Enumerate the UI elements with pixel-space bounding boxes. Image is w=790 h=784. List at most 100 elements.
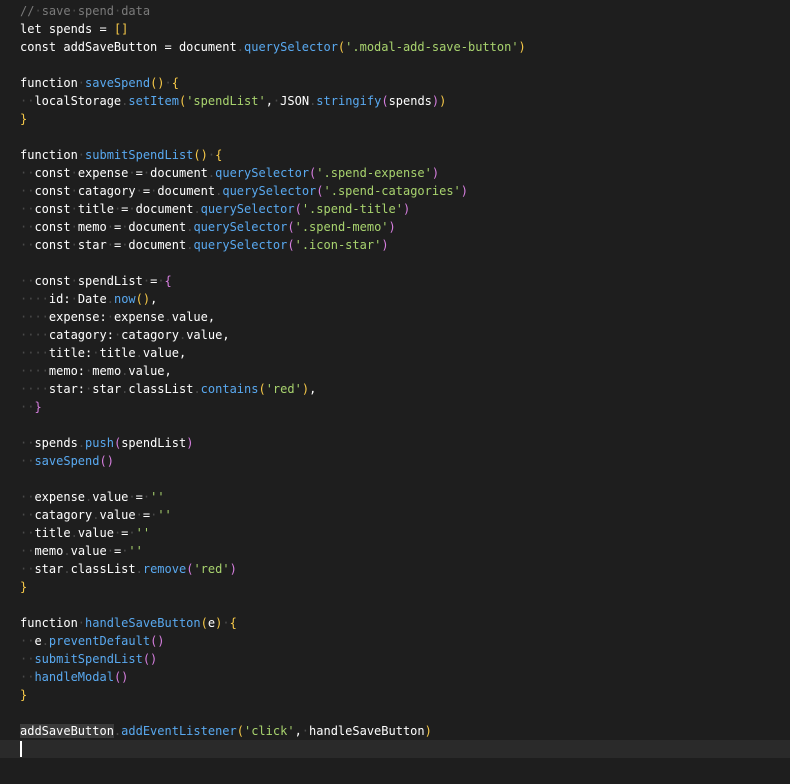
code-line[interactable]: } xyxy=(0,578,790,596)
code-token: addSaveButton xyxy=(20,724,114,738)
text-cursor xyxy=(20,741,22,757)
code-token: spends = xyxy=(41,22,114,36)
code-token: saveSpend xyxy=(85,76,151,90)
code-line[interactable]: ··expense.value·=·'' xyxy=(0,488,790,506)
code-token: spends xyxy=(388,94,432,108)
whitespace-marker: · xyxy=(106,544,114,558)
code-line[interactable]: ··} xyxy=(0,398,790,416)
code-token: const xyxy=(34,274,71,288)
code-token: , xyxy=(222,328,230,342)
code-token: ( xyxy=(287,220,295,234)
code-line[interactable]: ··const·catagory·=·document.querySelecto… xyxy=(0,182,790,200)
whitespace-marker: ·· xyxy=(20,184,35,198)
code-line[interactable]: ··const·title·=·document.querySelector('… xyxy=(0,200,790,218)
code-token: spendList xyxy=(77,274,143,288)
code-token: 'click' xyxy=(243,724,295,738)
code-token: { xyxy=(164,274,172,288)
code-token: () xyxy=(113,670,129,684)
code-line[interactable] xyxy=(0,254,790,272)
whitespace-marker: · xyxy=(106,238,114,252)
whitespace-marker: · xyxy=(128,202,136,216)
whitespace-marker: · xyxy=(128,166,136,180)
code-line[interactable]: ····id:·Date.now(), xyxy=(0,290,790,308)
whitespace-marker: . xyxy=(41,634,49,648)
whitespace-marker: . xyxy=(236,40,244,54)
code-token: () xyxy=(135,292,151,306)
code-token: const xyxy=(34,238,71,252)
code-line[interactable] xyxy=(0,128,790,146)
code-line[interactable] xyxy=(0,596,790,614)
whitespace-marker: ·· xyxy=(20,526,35,540)
code-token: title: xyxy=(48,346,93,360)
code-line[interactable]: addSaveButton.addEventListener('click',·… xyxy=(0,722,790,740)
code-line[interactable]: } xyxy=(0,110,790,128)
code-token: push xyxy=(85,436,114,450)
code-line[interactable] xyxy=(0,416,790,434)
code-token: document xyxy=(157,184,216,198)
code-line[interactable]: ··const·memo·=·document.querySelector('.… xyxy=(0,218,790,236)
whitespace-marker: · xyxy=(70,184,78,198)
whitespace-marker: · xyxy=(77,148,86,162)
code-line[interactable]: const addSaveButton = document.querySele… xyxy=(0,38,790,56)
code-line[interactable]: ··title.value·=·'' xyxy=(0,524,790,542)
code-token: spends xyxy=(34,436,78,450)
code-line[interactable]: function·submitSpendList()·{ xyxy=(0,146,790,164)
whitespace-marker: · xyxy=(157,274,165,288)
code-line[interactable]: function·handleSaveButton(e)·{ xyxy=(0,614,790,632)
code-line[interactable]: let spends = [] xyxy=(0,20,790,38)
code-token: const xyxy=(34,184,71,198)
code-line[interactable] xyxy=(0,704,790,722)
code-token: document xyxy=(150,166,208,180)
code-token: memo: xyxy=(48,364,86,378)
code-line[interactable]: //·save·spend·data xyxy=(0,2,790,20)
whitespace-marker: · xyxy=(128,490,136,504)
code-line[interactable]: ····title:·title.value, xyxy=(0,344,790,362)
code-line[interactable]: ··const·star·=·document.querySelector('.… xyxy=(0,236,790,254)
code-line[interactable]: ··spends.push(spendList) xyxy=(0,434,790,452)
whitespace-marker: ·· xyxy=(20,436,35,450)
code-line[interactable] xyxy=(0,56,790,74)
code-line[interactable]: ··e.preventDefault() xyxy=(0,632,790,650)
code-line[interactable]: } xyxy=(0,686,790,704)
code-token: ) xyxy=(460,184,469,198)
code-token: ) xyxy=(518,40,526,54)
code-line[interactable]: ····catagory:·catagory.value, xyxy=(0,326,790,344)
code-editor[interactable]: //·save·spend·data let spends = [] const a… xyxy=(0,2,790,784)
code-line[interactable]: ··localStorage.setItem('spendList',·JSON… xyxy=(0,92,790,110)
code-token: memo xyxy=(92,364,122,378)
code-token: JSON xyxy=(280,94,310,108)
code-token: star xyxy=(77,238,107,252)
code-line[interactable]: function·saveSpend()·{ xyxy=(0,74,790,92)
whitespace-marker: ·· xyxy=(20,94,35,108)
code-line[interactable]: ··submitSpendList() xyxy=(0,650,790,668)
code-line[interactable]: ··const·spendList·=·{ xyxy=(0,272,790,290)
code-token: function xyxy=(20,76,78,90)
code-line[interactable]: ··const·expense·=·document.querySelector… xyxy=(0,164,790,182)
code-line[interactable]: ··handleModal() xyxy=(0,668,790,686)
code-line[interactable]: ····star:·star.classList.contains('red')… xyxy=(0,380,790,398)
code-line[interactable]: ··saveSpend() xyxy=(0,452,790,470)
code-line[interactable] xyxy=(0,470,790,488)
code-token: star: xyxy=(48,382,86,396)
code-token: () xyxy=(99,454,114,468)
code-token: ) xyxy=(424,724,432,738)
code-token: } xyxy=(34,400,42,414)
code-line[interactable]: ····expense:·expense.value, xyxy=(0,308,790,326)
whitespace-marker: · xyxy=(70,166,78,180)
code-token: classList xyxy=(70,562,136,576)
code-token: = xyxy=(142,184,151,198)
code-line[interactable]: ··star.classList.remove('red') xyxy=(0,560,790,578)
code-line[interactable]: ··catagory.value·=·'' xyxy=(0,506,790,524)
whitespace-marker: ·· xyxy=(20,508,35,522)
code-token: , xyxy=(294,724,302,738)
code-token: ( xyxy=(381,94,389,108)
code-token: } xyxy=(20,688,28,702)
whitespace-marker: . xyxy=(106,292,114,306)
code-token: handleSaveButton xyxy=(85,616,201,630)
code-line[interactable]: ··memo.value·=·'' xyxy=(0,542,790,560)
code-line[interactable]: ····memo:·memo.value, xyxy=(0,362,790,380)
code-token: '' xyxy=(128,544,143,558)
code-line[interactable] xyxy=(0,740,790,758)
code-token: catagory: xyxy=(48,328,114,342)
code-token: stringify xyxy=(316,94,382,108)
